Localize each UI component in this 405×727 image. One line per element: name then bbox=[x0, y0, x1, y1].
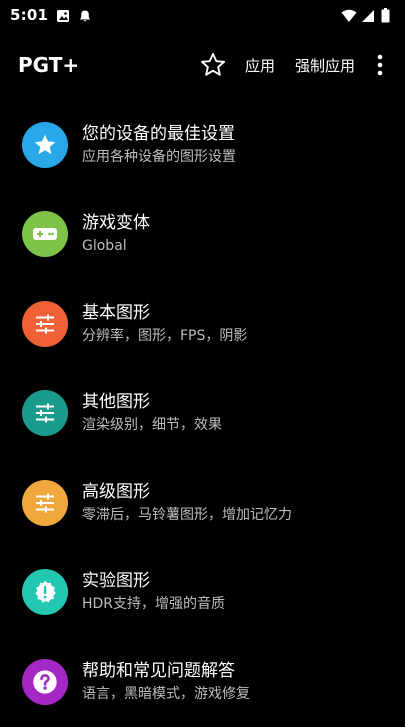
menu-item-other-graphics[interactable]: 其他图形 渲染级别，细节，效果 bbox=[0, 369, 405, 459]
app-title: PGT+ bbox=[18, 53, 80, 77]
menu-item-subtitle: 语言，黑暗模式，游戏修复 bbox=[82, 685, 250, 702]
sliders-icon bbox=[22, 479, 68, 526]
sliders-icon bbox=[22, 300, 68, 347]
menu-item-title: 游戏变体 bbox=[82, 213, 150, 234]
status-right bbox=[341, 8, 395, 23]
sliders-icon bbox=[22, 390, 68, 437]
menu-item-texts: 游戏变体 Global bbox=[82, 213, 150, 255]
menu-item-title: 实验图形 bbox=[82, 571, 150, 592]
force-apply-button[interactable]: 强制应用 bbox=[293, 51, 357, 80]
menu-item-texts: 基本图形 分辨率，图形，FPS，阴影 bbox=[82, 303, 247, 345]
menu-item-subtitle: 渲染级别，细节，效果 bbox=[82, 417, 222, 434]
menu-item-best-settings[interactable]: 您的设备的最佳设置 应用各种设备的图形设置 bbox=[0, 100, 405, 190]
app-bar: PGT+ 应用 强制应用 bbox=[0, 30, 405, 100]
menu-item-experimental-graphics[interactable]: 实验图形 HDR支持，增强的音质 bbox=[0, 548, 405, 638]
menu-item-subtitle: 零滞后，马铃薯图形，增加记忆力 bbox=[82, 506, 292, 523]
app-bar-actions: 应用 强制应用 bbox=[199, 51, 387, 80]
menu-item-texts: 高级图形 零滞后，马铃薯图形，增加记忆力 bbox=[82, 482, 292, 524]
signal-icon bbox=[361, 8, 375, 22]
status-left: 5:01 bbox=[10, 6, 92, 24]
menu-item-advanced-graphics[interactable]: 高级图形 零滞后，马铃薯图形，增加记忆力 bbox=[0, 458, 405, 548]
notification-icon bbox=[78, 8, 92, 22]
warning-badge-icon bbox=[22, 569, 68, 616]
gamepad-icon bbox=[22, 211, 68, 258]
status-time: 5:01 bbox=[10, 6, 49, 24]
menu-item-subtitle: 应用各种设备的图形设置 bbox=[82, 148, 236, 165]
apply-button[interactable]: 应用 bbox=[243, 51, 277, 80]
menu-item-help-faq[interactable]: 帮助和常见问题解答 语言，黑暗模式，游戏修复 bbox=[0, 637, 405, 727]
image-icon bbox=[56, 8, 70, 22]
menu-item-basic-graphics[interactable]: 基本图形 分辨率，图形，FPS，阴影 bbox=[0, 279, 405, 369]
more-vert-icon[interactable] bbox=[373, 53, 387, 77]
battery-icon bbox=[381, 8, 395, 23]
menu-item-texts: 实验图形 HDR支持，增强的音质 bbox=[82, 571, 225, 613]
menu-item-texts: 帮助和常见问题解答 语言，黑暗模式，游戏修复 bbox=[82, 661, 250, 703]
star-icon bbox=[22, 121, 68, 168]
menu-item-subtitle: Global bbox=[82, 238, 127, 255]
menu-item-texts: 您的设备的最佳设置 应用各种设备的图形设置 bbox=[82, 124, 236, 166]
menu-item-game-variant[interactable]: 游戏变体 Global bbox=[0, 190, 405, 280]
menu-item-title: 基本图形 bbox=[82, 302, 150, 323]
status-bar: 5:01 bbox=[0, 0, 405, 30]
menu-item-texts: 其他图形 渲染级别，细节，效果 bbox=[82, 392, 222, 434]
menu-item-title: 您的设备的最佳设置 bbox=[82, 123, 235, 144]
wifi-icon bbox=[341, 8, 357, 22]
help-icon bbox=[22, 658, 68, 705]
star-outline-icon[interactable] bbox=[199, 51, 227, 79]
menu-item-subtitle: 分辨率，图形，FPS，阴影 bbox=[82, 327, 248, 344]
menu-list: 您的设备的最佳设置 应用各种设备的图形设置 游戏变体 Global 基本图形 分… bbox=[0, 100, 405, 727]
menu-item-subtitle: HDR支持，增强的音质 bbox=[82, 596, 226, 613]
menu-item-title: 高级图形 bbox=[82, 481, 150, 502]
menu-item-title: 其他图形 bbox=[82, 392, 150, 413]
menu-item-title: 帮助和常见问题解答 bbox=[82, 660, 235, 681]
